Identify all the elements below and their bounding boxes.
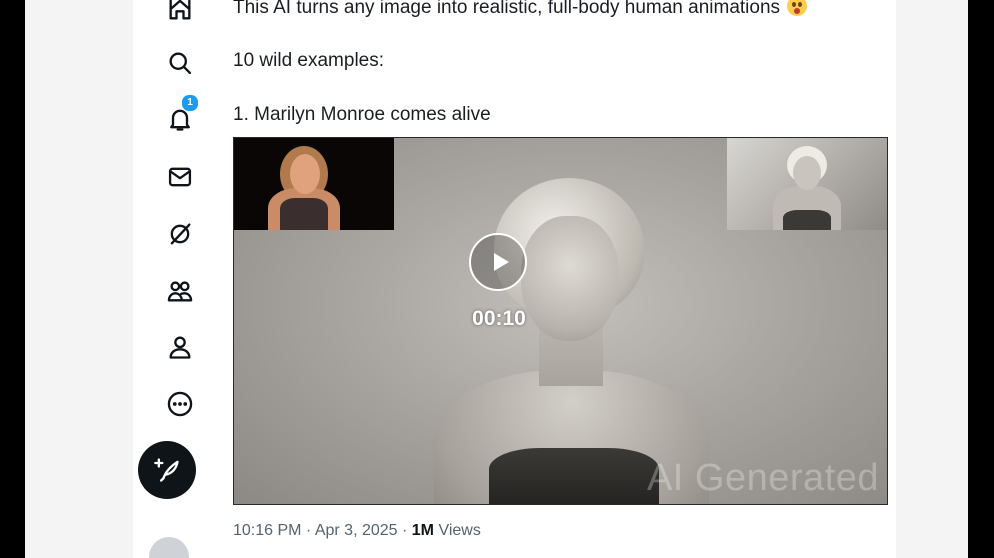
post-content: This AI turns any image into realistic, …: [233, 0, 893, 558]
more-circle-icon: [167, 391, 193, 417]
nav-grok[interactable]: [159, 213, 201, 255]
play-button[interactable]: [469, 233, 527, 291]
search-icon: [169, 52, 192, 75]
sidebar-nav: 1: [133, 0, 213, 558]
nav-profile[interactable]: [159, 326, 201, 368]
post-text-line-1: This AI turns any image into realistic, …: [233, 0, 808, 20]
post-text-intro: This AI turns any image into realistic, …: [233, 0, 781, 18]
nav-messages[interactable]: [159, 156, 201, 198]
left-gutter: [25, 0, 133, 558]
post-text-line-2: 10 wild examples:: [233, 50, 385, 71]
person-icon: [169, 336, 191, 359]
compose-post-button[interactable]: [138, 441, 196, 499]
account-avatar[interactable]: [149, 537, 189, 558]
nav-more[interactable]: [159, 383, 201, 425]
feather-plus-icon: [154, 458, 179, 482]
post-timestamp[interactable]: 10:16 PM · Apr 3, 2025 ·: [233, 522, 412, 539]
post-text-line-3: 1. Marilyn Monroe comes alive: [233, 104, 491, 125]
post-metadata: 10:16 PM · Apr 3, 2025 · 1M Views: [233, 522, 481, 540]
home-icon: [169, 0, 191, 20]
video-player[interactable]: 00:10 AI Generated: [233, 137, 888, 505]
nav-notifications[interactable]: 1: [159, 94, 201, 140]
reference-image-thumbnail: [727, 138, 887, 230]
page: 1 This AI turns any image into realistic…: [133, 0, 896, 558]
play-icon: [494, 253, 509, 271]
right-gutter: [896, 0, 968, 558]
grok-icon: [170, 223, 191, 245]
views-count: 1M: [411, 522, 434, 539]
astonished-face-emoji: [787, 0, 808, 16]
screenshot-frame: 1 This AI turns any image into realistic…: [25, 0, 968, 558]
nav-home[interactable]: [159, 0, 201, 30]
notification-badge: 1: [181, 94, 199, 112]
nav-search[interactable]: [159, 42, 201, 84]
views-label: Views: [434, 522, 481, 539]
video-duration: 00:10: [472, 307, 526, 330]
source-video-thumbnail: [234, 138, 394, 230]
nav-communities[interactable]: [159, 270, 201, 312]
ai-generated-watermark: AI Generated: [646, 457, 879, 499]
mail-icon: [168, 167, 192, 187]
main-figure-dress: [489, 448, 659, 504]
people-icon: [167, 281, 193, 302]
